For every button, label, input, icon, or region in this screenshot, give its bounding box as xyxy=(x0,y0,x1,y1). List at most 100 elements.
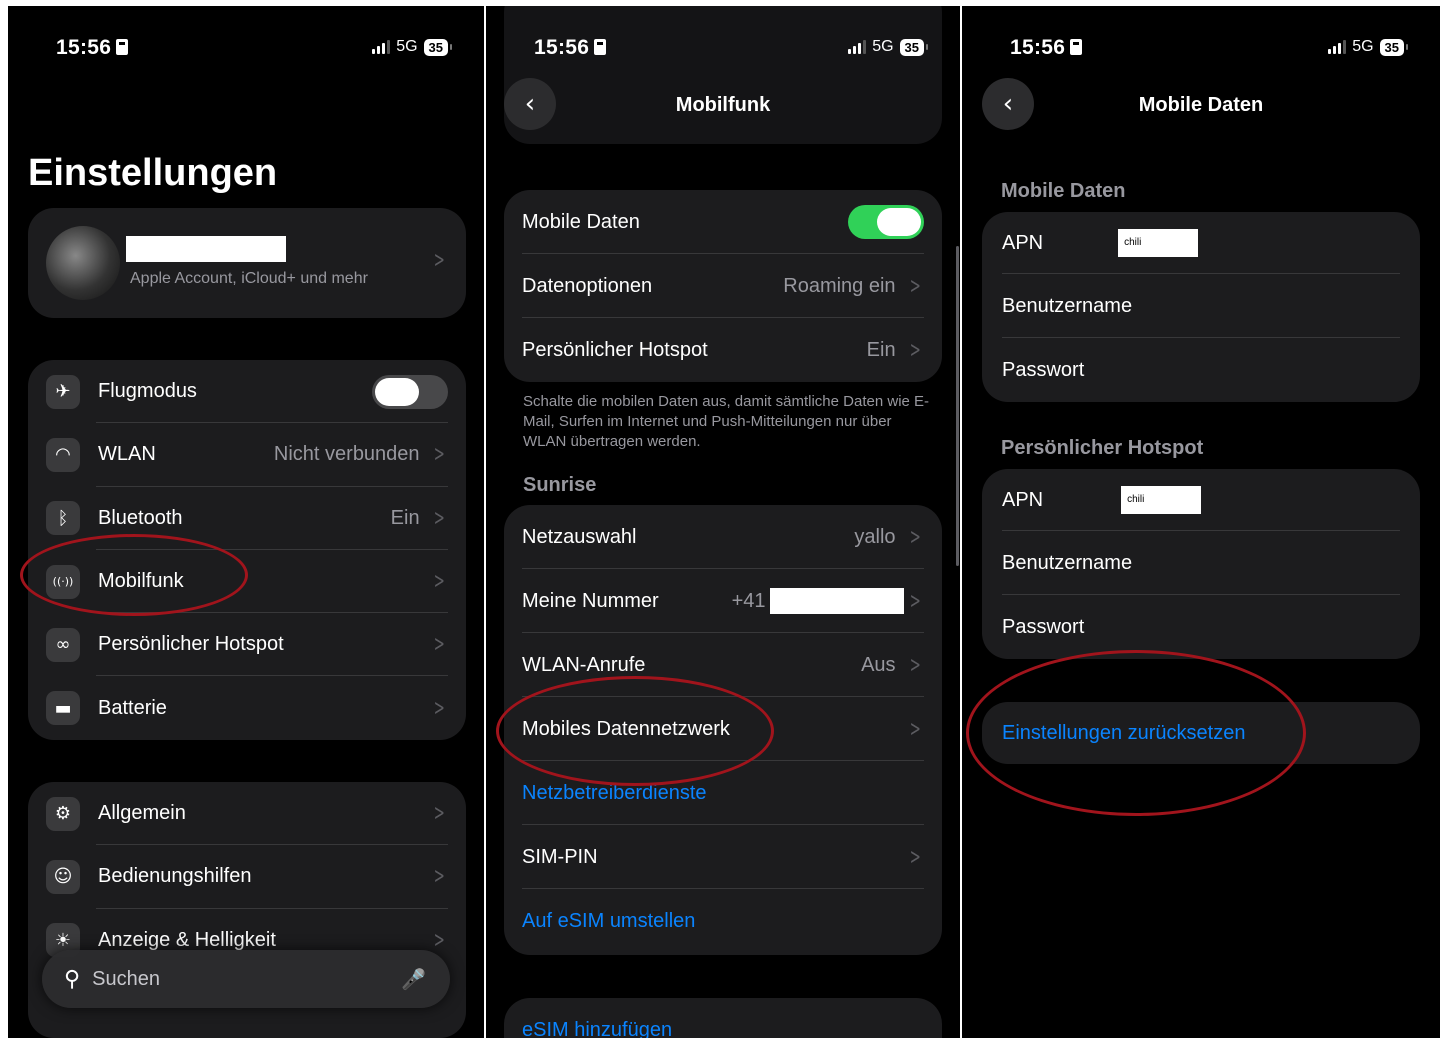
status-bar: 15:56 5G 35 xyxy=(486,36,960,60)
row-label: Passwort xyxy=(1002,358,1085,381)
row-value: Ein xyxy=(866,338,896,361)
network-type: 5G xyxy=(1352,38,1374,55)
row-value: Aus xyxy=(861,653,896,676)
wifi-icon: ◠ xyxy=(46,437,80,472)
accessibility-icon: ☺ xyxy=(46,859,80,894)
esim-switch-link[interactable]: Auf eSIM umstellen xyxy=(504,889,942,953)
sim-pin-row[interactable]: SIM-PIN > xyxy=(504,825,942,889)
battery-indicator: 35 xyxy=(1379,38,1409,56)
mobile-data-network-row[interactable]: Mobiles Datennetzwerk > xyxy=(504,697,942,761)
settings-row-mobilfunk[interactable]: ((·)) Mobilfunk > xyxy=(28,550,466,614)
gear-icon: ⚙ xyxy=(46,796,80,831)
avatar xyxy=(46,226,120,300)
row-label: Passwort xyxy=(1002,615,1085,638)
settings-row-allgemein[interactable]: ⚙ Allgemein > xyxy=(28,782,466,846)
username-row[interactable]: Benutzername xyxy=(982,531,1420,595)
airplane-mode-toggle[interactable] xyxy=(372,374,448,409)
apn-row[interactable]: APN chili xyxy=(982,212,1420,274)
data-options-row[interactable]: Datenoptionen Roaming ein > xyxy=(504,254,942,318)
footnote: Schalte die mobilen Daten aus, damit säm… xyxy=(523,393,930,450)
header-blur xyxy=(504,6,942,144)
reset-settings-button[interactable]: Einstellungen zurücksetzen xyxy=(982,702,1420,764)
chevron-right-icon: > xyxy=(909,524,921,550)
chevron-right-icon: > xyxy=(433,442,445,468)
signal-icon xyxy=(848,40,867,54)
row-label: Netzbetreiberdienste xyxy=(522,781,707,804)
hotspot-icon: ∞ xyxy=(46,627,80,662)
row-label: Bedienungshilfen xyxy=(98,865,252,888)
airplane-icon: ✈ xyxy=(46,374,80,409)
row-label: Einstellungen zurücksetzen xyxy=(1002,721,1246,744)
apn-field[interactable]: chili xyxy=(1118,229,1199,257)
number-prefix: +41 xyxy=(731,589,766,612)
reset-group: Einstellungen zurücksetzen xyxy=(982,702,1420,764)
status-bar: 15:56 5G 35 xyxy=(8,36,484,60)
add-esim-group: eSIM hinzufügen xyxy=(504,998,942,1038)
nav-title: Mobile Daten xyxy=(1138,94,1264,116)
search-bar[interactable]: ⚲ Suchen 🎤 xyxy=(42,950,450,1008)
apn-row[interactable]: APN chili xyxy=(982,469,1420,531)
chevron-right-icon: > xyxy=(909,273,921,299)
signal-icon xyxy=(372,40,391,54)
network-select-row[interactable]: Netzauswahl yallo > xyxy=(504,505,942,569)
row-label: Benutzername xyxy=(1002,551,1133,574)
settings-row-flugmodus[interactable]: ✈ Flugmodus xyxy=(28,360,466,424)
settings-row-wlan[interactable]: ◠ WLAN Nicht verbunden > xyxy=(28,423,466,487)
mobile-data-toggle[interactable] xyxy=(848,205,924,239)
row-label: Mobile Daten xyxy=(522,210,640,233)
scroll-indicator[interactable] xyxy=(956,246,959,566)
password-row[interactable]: Passwort xyxy=(982,595,1420,659)
battery-indicator: 35 xyxy=(423,38,453,56)
add-esim-link[interactable]: eSIM hinzufügen xyxy=(504,998,942,1038)
account-subtitle: Apple Account, iCloud+ und mehr xyxy=(130,270,368,287)
search-input[interactable]: Suchen xyxy=(92,968,401,991)
settings-row-persönlicher-hotspot[interactable]: ∞ Persönlicher Hotspot > xyxy=(28,613,466,677)
chevron-right-icon: > xyxy=(433,801,445,827)
row-value: Ein xyxy=(390,506,420,529)
status-time: 15:56 xyxy=(534,36,590,59)
username-row[interactable]: Benutzername xyxy=(982,274,1420,338)
wifi-calls-row[interactable]: WLAN-Anrufe Aus > xyxy=(504,633,942,697)
signal-icon xyxy=(1328,40,1347,54)
section-header-mobile-data: Mobile Daten xyxy=(1001,180,1126,202)
row-label: WLAN-Anrufe xyxy=(522,653,646,676)
chevron-right-icon: > xyxy=(433,569,445,595)
settings-row-bluetooth[interactable]: ᛒ Bluetooth Ein > xyxy=(28,487,466,550)
mobile-data-group: Mobile Daten Datenoptionen Roaming ein >… xyxy=(504,190,942,382)
chevron-right-icon: > xyxy=(909,652,921,678)
mobile-data-row[interactable]: Mobile Daten xyxy=(504,190,942,254)
search-icon: ⚲ xyxy=(64,966,81,992)
my-number-row[interactable]: Meine Nummer +41 > xyxy=(504,569,942,633)
chevron-right-icon: > xyxy=(909,337,921,363)
status-time: 15:56 xyxy=(56,36,112,59)
settings-row-bedienungshilfen[interactable]: ☺ Bedienungshilfen > xyxy=(28,845,466,909)
carrier-services-link[interactable]: Netzbetreiberdienste xyxy=(504,761,942,825)
row-value: Nicht verbunden xyxy=(273,443,420,466)
chevron-right-icon: > xyxy=(909,588,921,614)
bluetooth-icon: ᛒ xyxy=(46,501,80,536)
password-row[interactable]: Passwort xyxy=(982,338,1420,402)
row-label: Meine Nummer xyxy=(522,589,659,612)
antenna-icon: ((·)) xyxy=(46,564,80,599)
mobilfunk-screen: 15:56 5G 35 ‹ Mobilfunk Mobile Daten Dat… xyxy=(486,6,960,1038)
chevron-right-icon: > xyxy=(909,844,921,870)
row-label: Bluetooth xyxy=(98,506,183,529)
battery-indicator: 35 xyxy=(899,38,929,56)
row-label: Batterie xyxy=(98,696,167,719)
chevron-right-icon: > xyxy=(433,695,445,721)
chevron-right-icon: > xyxy=(433,248,445,273)
microphone-icon[interactable]: 🎤 xyxy=(401,967,426,991)
account-card[interactable]: Apple Account, iCloud+ und mehr > xyxy=(28,208,466,318)
chevron-right-icon: > xyxy=(433,505,445,531)
row-label: WLAN xyxy=(98,443,156,466)
settings-row-batterie[interactable]: ▬ Batterie > xyxy=(28,676,466,739)
apn-field[interactable]: chili xyxy=(1121,486,1202,514)
status-time: 15:56 xyxy=(1010,36,1066,59)
network-type: 5G xyxy=(396,38,418,55)
section-header-sunrise: Sunrise xyxy=(523,474,597,496)
redacted-name xyxy=(126,236,286,262)
hotspot-row[interactable]: Persönlicher Hotspot Ein > xyxy=(504,318,942,382)
lock-icon xyxy=(594,39,607,55)
settings-screen: 15:56 5G 35 Einstellungen Apple Account,… xyxy=(8,6,484,1038)
row-value: yallo xyxy=(854,525,896,548)
